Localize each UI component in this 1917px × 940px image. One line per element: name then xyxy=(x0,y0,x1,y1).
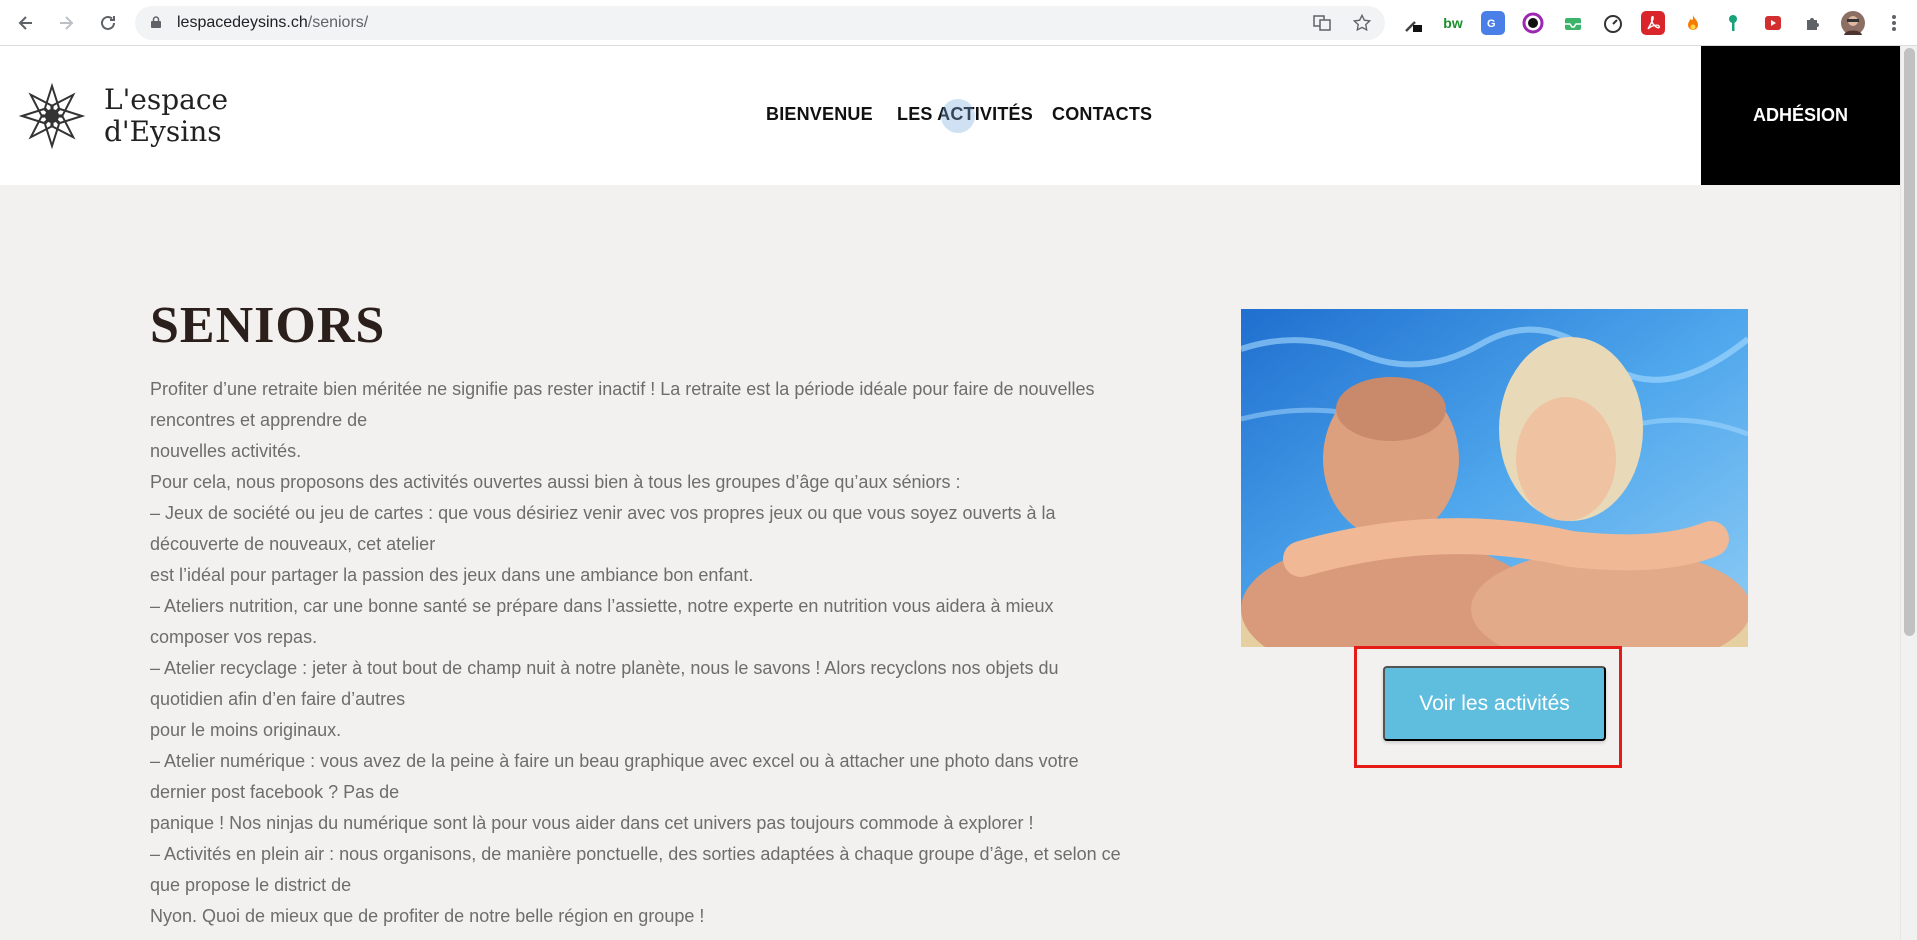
inbox-extension-icon[interactable] xyxy=(1561,11,1585,35)
voir-les-activites-button[interactable]: Voir les activités xyxy=(1383,666,1606,741)
key-extension-icon[interactable] xyxy=(1721,11,1745,35)
text-line: nouvelles activités. xyxy=(150,441,302,461)
lock-icon xyxy=(151,16,161,28)
scrollbar-thumb[interactable] xyxy=(1904,48,1915,636)
text-line: quotidien afin d’en faire d’autres xyxy=(150,689,406,709)
logo-line-2: d'Eysins xyxy=(104,115,222,148)
text-line: Pour cela, nous proposons des activités … xyxy=(150,472,961,492)
text-line: Nyon. Quoi de mieux que de profiter de n… xyxy=(150,906,705,926)
eyedropper-extension-icon[interactable] xyxy=(1402,11,1426,35)
bw-extension-icon[interactable]: bw xyxy=(1441,11,1465,35)
kebab-menu-icon[interactable] xyxy=(1880,9,1908,37)
nav-contacts[interactable]: CONTACTS xyxy=(1052,104,1152,125)
google-translate-extension-icon[interactable]: G xyxy=(1481,11,1505,35)
page-scrollbar[interactable] xyxy=(1900,46,1917,940)
url-domain: lespacedeysins.ch xyxy=(177,14,308,31)
fire-extension-icon[interactable] xyxy=(1681,11,1705,35)
translate-icon[interactable] xyxy=(1311,12,1333,34)
flower-logo-icon[interactable] xyxy=(16,80,88,152)
url-path: /seniors/ xyxy=(307,14,369,31)
text-line: que propose le district de xyxy=(150,875,352,895)
seniors-pool-photo xyxy=(1241,309,1748,647)
address-bar[interactable]: lespacedeysins.ch/seniors/ xyxy=(135,6,1385,40)
url-text: lespacedeysins.ch/seniors/ xyxy=(177,14,368,32)
speedometer-extension-icon[interactable] xyxy=(1601,11,1625,35)
puzzle-extensions-icon[interactable] xyxy=(1801,11,1825,35)
text-line: – Ateliers nutrition, car une bonne sant… xyxy=(150,596,1054,616)
seniors-description: Profiter d’une retraite bien méritée ne … xyxy=(150,374,1200,932)
text-line: – Atelier recyclage : jeter à tout bout … xyxy=(150,658,1059,678)
site-logo-text[interactable]: L'espace d'Eysins xyxy=(104,84,228,148)
svg-text:G: G xyxy=(1487,18,1496,30)
text-line: découverte de nouveaux, cet atelier xyxy=(150,534,436,554)
text-line: rencontres et apprendre de xyxy=(150,410,368,430)
page-title: SENIORS xyxy=(150,297,386,354)
nav-bienvenue[interactable]: BIENVENUE xyxy=(766,104,873,125)
adhesion-button[interactable]: ADHÉSION xyxy=(1701,46,1900,185)
text-line: pour le moins originaux. xyxy=(150,720,342,740)
text-line: composer vos repas. xyxy=(150,627,318,647)
browser-toolbar: lespacedeysins.ch/seniors/ bw G xyxy=(0,0,1917,46)
logo-line-1: L'espace xyxy=(104,83,229,116)
text-line: panique ! Nos ninjas du numérique sont l… xyxy=(150,813,1034,833)
reload-icon[interactable] xyxy=(94,9,122,37)
bookmark-star-icon[interactable] xyxy=(1351,12,1373,34)
profile-avatar[interactable] xyxy=(1841,11,1865,35)
color-picker-extension-icon[interactable] xyxy=(1521,11,1545,35)
text-line: – Atelier numérique : vous avez de la pe… xyxy=(150,751,1079,771)
text-line: est l’idéal pour partager la passion des… xyxy=(150,565,754,585)
video-extension-icon[interactable] xyxy=(1761,11,1785,35)
forward-icon[interactable] xyxy=(52,9,80,37)
pdf-extension-icon[interactable] xyxy=(1641,11,1665,35)
cursor-hover-indicator xyxy=(941,99,975,133)
text-line: dernier post facebook ? Pas de xyxy=(150,782,400,802)
text-line: – Activités en plein air : nous organiso… xyxy=(150,844,1121,864)
text-line: – Jeux de société ou jeu de cartes : que… xyxy=(150,503,1056,523)
text-line: Profiter d’une retraite bien méritée ne … xyxy=(150,379,1095,399)
back-icon[interactable] xyxy=(12,9,40,37)
